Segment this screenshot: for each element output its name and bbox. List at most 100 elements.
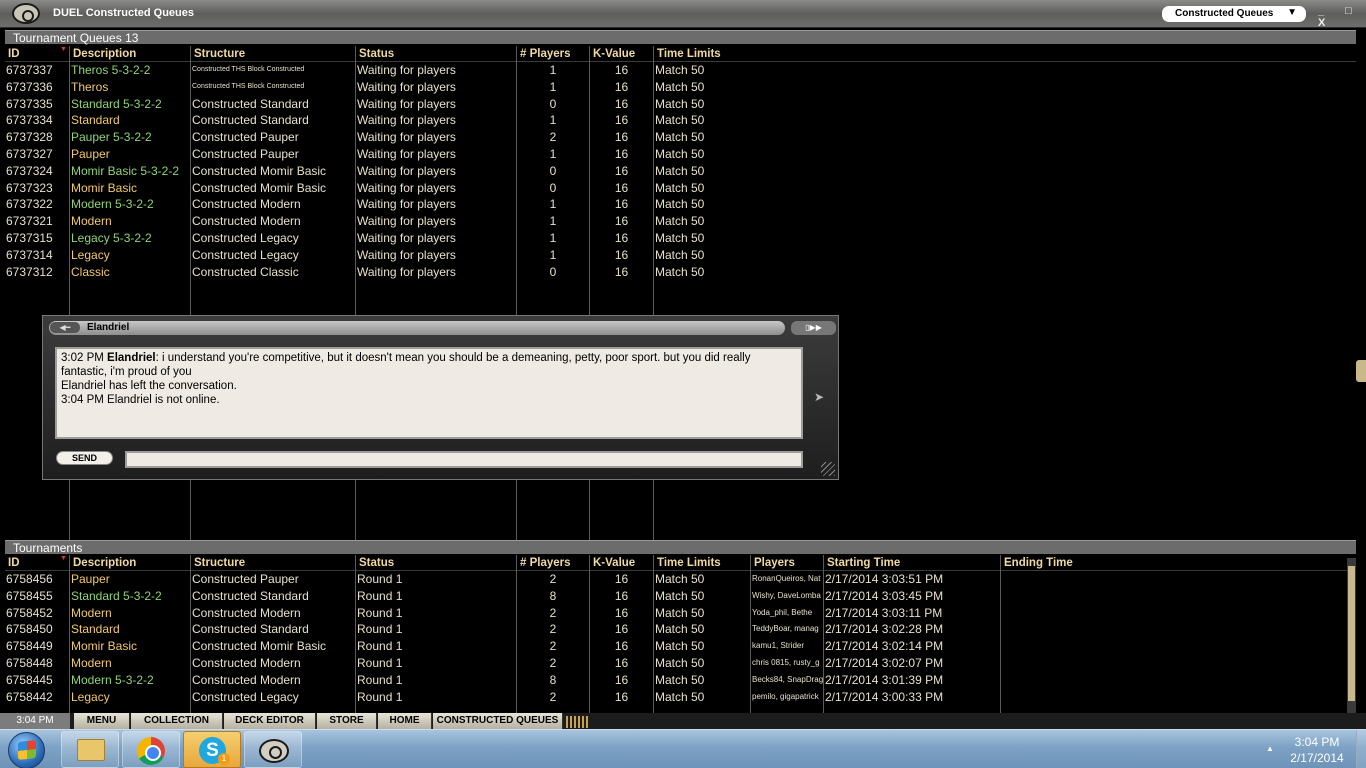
table-cell-kvalue[interactable]: 16 [590,180,653,197]
table-cell-status[interactable]: Waiting for players [356,213,516,230]
table-cell-kvalue[interactable]: 16 [590,605,653,622]
taskbar-duel[interactable] [244,731,302,768]
table-cell-structure[interactable]: Constructed Modern [191,672,355,689]
table-cell-kvalue[interactable]: 16 [590,655,653,672]
table-cell-structure[interactable]: Constructed Modern [191,196,355,213]
table-cell-description[interactable]: Theros [70,79,190,96]
table-cell-end[interactable] [1001,638,1347,655]
column-header-structure[interactable]: Structure [191,555,355,571]
table-cell-kvalue[interactable]: 16 [590,689,653,706]
table-cell-time[interactable]: Match 50 [654,180,1356,197]
table-cell-end[interactable] [1001,571,1347,588]
table-cell-kvalue[interactable]: 16 [590,588,653,605]
table-cell-end[interactable] [1001,655,1347,672]
table-cell-players[interactable]: 1 [517,146,589,163]
table-cell-kvalue[interactable]: 16 [590,129,653,146]
nav-menu[interactable]: MENU [74,713,130,729]
nav-deck-editor[interactable]: DECK EDITOR [224,713,316,729]
table-cell-id[interactable]: 6758452 [5,605,69,622]
table-cell-names[interactable]: TeddyBoar, manag [751,621,823,638]
column-header-kvalue[interactable]: K-Value [590,555,653,571]
table-cell-id[interactable]: 6758450 [5,621,69,638]
table-cell-structure[interactable]: Constructed Momir Basic [191,180,355,197]
table-cell-status[interactable]: Waiting for players [356,196,516,213]
chat-controls-button[interactable]: ▯▶▶ [791,321,836,335]
table-cell-players[interactable]: 1 [517,196,589,213]
table-cell-end[interactable] [1001,689,1347,706]
table-cell-time[interactable]: Match 50 [654,571,750,588]
table-cell-status[interactable]: Round 1 [356,605,516,622]
table-cell-time[interactable]: Match 50 [654,96,1356,113]
table-cell-start[interactable]: 2/17/2014 3:01:39 PM [824,672,1000,689]
table-cell-players[interactable]: 2 [517,605,589,622]
table-cell-description[interactable]: Theros 5-3-2-2 [70,62,190,79]
table-cell-description[interactable]: Modern 5-3-2-2 [70,672,190,689]
table-cell-status[interactable]: Waiting for players [356,79,516,96]
table-cell-status[interactable]: Round 1 [356,621,516,638]
table-cell-id[interactable]: 6737334 [5,112,69,129]
table-cell-players[interactable]: 1 [517,230,589,247]
table-cell-structure[interactable]: Constructed Legacy [191,247,355,264]
table-cell-time[interactable]: Match 50 [654,146,1356,163]
table-cell-end[interactable] [1001,605,1347,622]
table-cell-time[interactable]: Match 50 [654,605,750,622]
table-cell-time[interactable]: Match 50 [654,655,750,672]
table-cell-status[interactable]: Waiting for players [356,62,516,79]
queue-select-dropdown[interactable]: Constructed Queues ▼ [1162,6,1306,22]
column-header-names[interactable]: Players [751,555,823,571]
table-cell-players[interactable]: 1 [517,112,589,129]
table-cell-description[interactable]: Standard [70,621,190,638]
nav-collection[interactable]: COLLECTION [131,713,223,729]
table-cell-id[interactable]: 6758442 [5,689,69,706]
table-cell-description[interactable]: Modern [70,605,190,622]
table-cell-id[interactable]: 6758456 [5,571,69,588]
table-cell-kvalue[interactable]: 16 [590,638,653,655]
column-header-start[interactable]: Starting Time [824,555,1000,571]
table-cell-kvalue[interactable]: 16 [590,621,653,638]
table-cell-id[interactable]: 6737328 [5,129,69,146]
table-cell-players[interactable]: 2 [517,655,589,672]
table-cell-status[interactable]: Waiting for players [356,96,516,113]
table-cell-players[interactable]: 8 [517,588,589,605]
tournaments-scrollbar[interactable] [1347,558,1356,713]
table-cell-time[interactable]: Match 50 [654,689,750,706]
table-cell-time[interactable]: Match 50 [654,79,1356,96]
chat-back-button[interactable]: ◀━ [50,322,80,333]
table-cell-status[interactable]: Round 1 [356,571,516,588]
nav-store[interactable]: STORE [317,713,377,729]
table-cell-structure[interactable]: Constructed Momir Basic [191,638,355,655]
table-cell-description[interactable]: Standard [70,112,190,129]
table-cell-time[interactable]: Match 50 [654,638,750,655]
table-cell-status[interactable]: Round 1 [356,588,516,605]
nav-constructed-queues[interactable]: CONSTRUCTED QUEUES [433,713,563,729]
table-cell-time[interactable]: Match 50 [654,112,1356,129]
table-cell-description[interactable]: Standard 5-3-2-2 [70,96,190,113]
table-cell-id[interactable]: 6737335 [5,96,69,113]
table-cell-players[interactable]: 1 [517,62,589,79]
table-cell-description[interactable]: Pauper [70,571,190,588]
tray-expand-icon[interactable]: ▲ [1266,744,1274,753]
column-header-players[interactable]: # Players [517,46,589,62]
column-header-description[interactable]: Description [70,555,190,571]
table-cell-start[interactable]: 2/17/2014 3:02:28 PM [824,621,1000,638]
table-cell-time[interactable]: Match 50 [654,264,1356,281]
table-cell-structure[interactable]: Constructed Modern [191,213,355,230]
table-cell-status[interactable]: Waiting for players [356,112,516,129]
table-cell-kvalue[interactable]: 16 [590,672,653,689]
table-cell-start[interactable]: 2/17/2014 3:00:33 PM [824,689,1000,706]
table-cell-status[interactable]: Waiting for players [356,264,516,281]
table-cell-structure[interactable]: Constructed Standard [191,112,355,129]
table-cell-kvalue[interactable]: 16 [590,146,653,163]
table-cell-time[interactable]: Match 50 [654,62,1356,79]
column-header-time[interactable]: Time Limits [654,555,750,571]
table-cell-players[interactable]: 0 [517,163,589,180]
taskbar-chrome[interactable] [122,731,180,768]
table-cell-description[interactable]: Modern [70,213,190,230]
table-cell-names[interactable]: RonanQueiros, Nat [751,571,823,588]
table-cell-kvalue[interactable]: 16 [590,247,653,264]
column-header-status[interactable]: Status [356,46,516,62]
table-cell-description[interactable]: Modern 5-3-2-2 [70,196,190,213]
table-cell-time[interactable]: Match 50 [654,588,750,605]
table-cell-id[interactable]: 6737324 [5,163,69,180]
taskbar-explorer[interactable] [61,731,119,768]
